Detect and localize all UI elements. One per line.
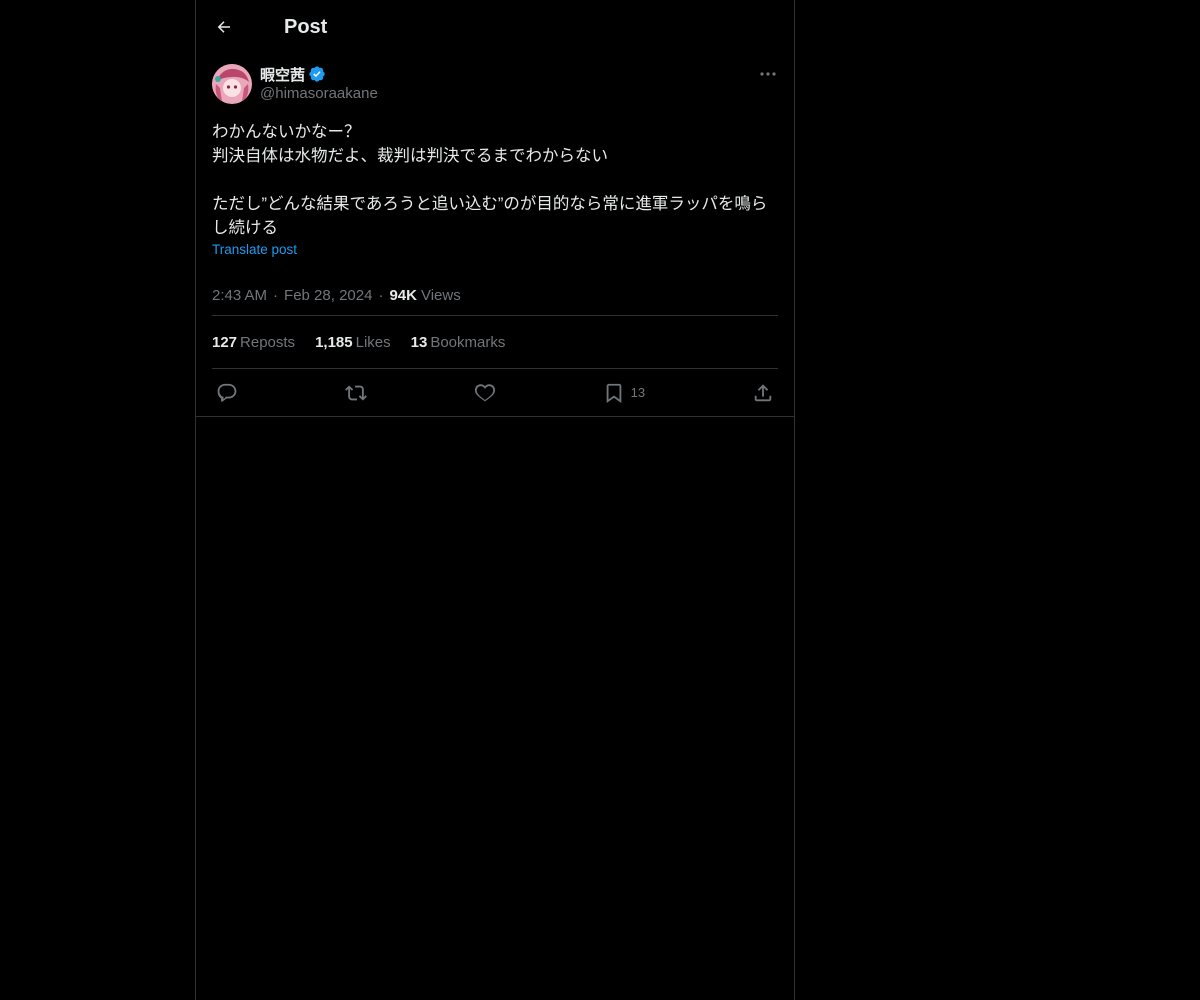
back-button[interactable] <box>212 15 236 39</box>
likes-stat[interactable]: 1,185 Likes <box>315 334 391 351</box>
author-meta: 暇空茜 @himasoraakane <box>260 64 378 102</box>
translate-post-link[interactable]: Translate post <box>212 242 297 257</box>
arrow-left-icon <box>217 21 230 33</box>
display-name[interactable]: 暇空茜 <box>260 64 305 85</box>
bookmarks-count: 13 <box>410 333 428 351</box>
repost-icon <box>344 385 367 400</box>
repost-button[interactable] <box>344 382 367 404</box>
post-time[interactable]: 2:43 AM <box>212 287 267 304</box>
likes-label: Likes <box>355 333 391 351</box>
likes-count: 1,185 <box>315 333 353 351</box>
post-date[interactable]: Feb 28, 2024 <box>284 287 372 304</box>
reposts-count: 127 <box>212 333 238 351</box>
like-button[interactable] <box>474 382 496 404</box>
verified-badge-icon <box>309 66 325 82</box>
more-options-button[interactable] <box>758 66 778 82</box>
bookmark-button[interactable]: 13 <box>603 382 645 404</box>
views-label: Views <box>420 286 461 304</box>
views-count: 94K <box>389 286 417 304</box>
reply-icon <box>217 383 237 402</box>
share-icon <box>754 383 772 401</box>
bookmark-icon <box>606 383 621 403</box>
more-horizontal-icon <box>760 72 776 76</box>
reposts-stat[interactable]: 127 Reposts <box>212 334 295 351</box>
heart-icon <box>474 383 495 401</box>
bookmarks-label: Bookmarks <box>430 333 506 351</box>
stats-row: 127 Reposts 1,185 Likes 13 Bookmarks <box>212 316 778 368</box>
bookmarks-stat[interactable]: 13 Bookmarks <box>411 334 506 351</box>
main-column: Post 暇空茜 @himasoraakane わかんないかなー？ 判決自体は水… <box>195 0 795 1000</box>
bookmark-count: 13 <box>630 385 646 400</box>
post-text: わかんないかなー？ 判決自体は水物だよ、裁判は判決でるまでわからない ただし”ど… <box>212 123 768 237</box>
author-row: 暇空茜 @himasoraakane <box>212 64 778 106</box>
page-title: Post <box>284 15 328 38</box>
actions-row: 13 <box>212 369 778 416</box>
separator-dot: · <box>273 286 279 304</box>
reposts-label: Reposts <box>240 333 296 351</box>
reply-button[interactable] <box>216 382 238 404</box>
post-bottom-border <box>196 416 794 417</box>
page-header: Post <box>196 0 794 54</box>
post-meta: 2:43 AM · Feb 28, 2024 · 94K Views <box>212 275 778 315</box>
avatar[interactable] <box>212 64 252 104</box>
share-button[interactable] <box>752 382 774 404</box>
name-line: 暇空茜 <box>260 64 378 84</box>
avatar-image <box>212 64 252 104</box>
separator-dot: · <box>378 286 384 304</box>
handle[interactable]: @himasoraakane <box>260 85 378 102</box>
post: 暇空茜 @himasoraakane わかんないかなー？ 判決自体は水物だよ、裁… <box>196 54 794 417</box>
